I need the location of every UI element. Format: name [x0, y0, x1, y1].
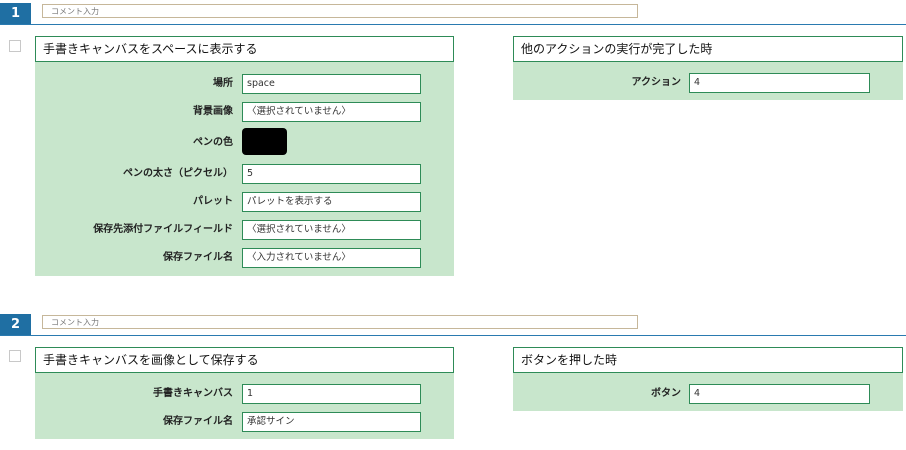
- field-label: ボタン: [651, 388, 681, 399]
- field-row: ペンの色: [35, 128, 454, 155]
- field-label: 背景画像: [193, 106, 233, 117]
- action-title[interactable]: 手書きキャンバスをスペースに表示する: [35, 36, 454, 62]
- save-filename-field[interactable]: 承認サイン: [242, 412, 421, 432]
- block-select-checkbox[interactable]: [9, 350, 21, 362]
- field-label: 保存ファイル名: [163, 252, 233, 263]
- button-field[interactable]: 4: [689, 384, 870, 404]
- canvas-field[interactable]: 1: [242, 384, 421, 404]
- trigger-panel: ボタンを押した時 ボタン 4: [513, 347, 903, 411]
- field-label: 保存ファイル名: [163, 416, 233, 427]
- save-filename-field[interactable]: 〈入力されていません〉: [242, 248, 421, 268]
- pen-color-swatch[interactable]: [242, 128, 287, 155]
- palette-field[interactable]: パレットを表示する: [242, 192, 421, 212]
- field-row: 背景画像 〈選択されていません〉: [35, 102, 454, 122]
- field-label: アクション: [631, 77, 682, 88]
- field-row: 保存ファイル名 承認サイン: [35, 412, 454, 432]
- field-row: アクション 4: [513, 73, 903, 93]
- action-panel: 手書きキャンバスをスペースに表示する 場所 space 背景画像 〈選択されてい…: [35, 36, 454, 276]
- field-row: 保存ファイル名 〈入力されていません〉: [35, 248, 454, 268]
- field-row: ペンの太さ（ピクセル） 5: [35, 164, 454, 184]
- rule-block-1: 1 コメント入力 手書きキャンバスをスペースに表示する 場所 space 背景画…: [0, 0, 906, 290]
- attachment-field[interactable]: 〈選択されていません〉: [242, 220, 421, 240]
- comment-input[interactable]: コメント入力: [42, 4, 638, 18]
- field-row: パレット パレットを表示する: [35, 192, 454, 212]
- comment-input[interactable]: コメント入力: [42, 315, 638, 329]
- pen-width-field[interactable]: 5: [242, 164, 421, 184]
- block-select-checkbox[interactable]: [9, 40, 21, 52]
- field-label: ペンの太さ（ピクセル）: [123, 168, 233, 179]
- block-header-line: [0, 335, 906, 336]
- block-header-line: [0, 24, 906, 25]
- field-row: 場所 space: [35, 74, 454, 94]
- field-row: ボタン 4: [513, 384, 903, 404]
- field-row: 保存先添付ファイルフィールド 〈選択されていません〉: [35, 220, 454, 240]
- action-field[interactable]: 4: [689, 73, 870, 93]
- field-label: ペンの色: [193, 137, 233, 148]
- field-label: 手書きキャンバス: [153, 388, 233, 399]
- block-number-badge: 1: [0, 3, 31, 24]
- field-label: 場所: [213, 78, 233, 89]
- background-image-field[interactable]: 〈選択されていません〉: [242, 102, 421, 122]
- field-row: 手書きキャンバス 1: [35, 384, 454, 404]
- trigger-panel: 他のアクションの実行が完了した時 アクション 4: [513, 36, 903, 100]
- action-title[interactable]: 手書きキャンバスを画像として保存する: [35, 347, 454, 373]
- rule-block-2: 2 コメント入力 手書きキャンバスを画像として保存する 手書きキャンバス 1 保…: [0, 312, 906, 450]
- field-label: パレット: [193, 196, 233, 207]
- trigger-title[interactable]: ボタンを押した時: [513, 347, 903, 373]
- trigger-title[interactable]: 他のアクションの実行が完了した時: [513, 36, 903, 62]
- field-label: 保存先添付ファイルフィールド: [93, 224, 233, 235]
- location-field[interactable]: space: [242, 74, 421, 94]
- block-number-badge: 2: [0, 314, 31, 335]
- action-panel: 手書きキャンバスを画像として保存する 手書きキャンバス 1 保存ファイル名 承認…: [35, 347, 454, 439]
